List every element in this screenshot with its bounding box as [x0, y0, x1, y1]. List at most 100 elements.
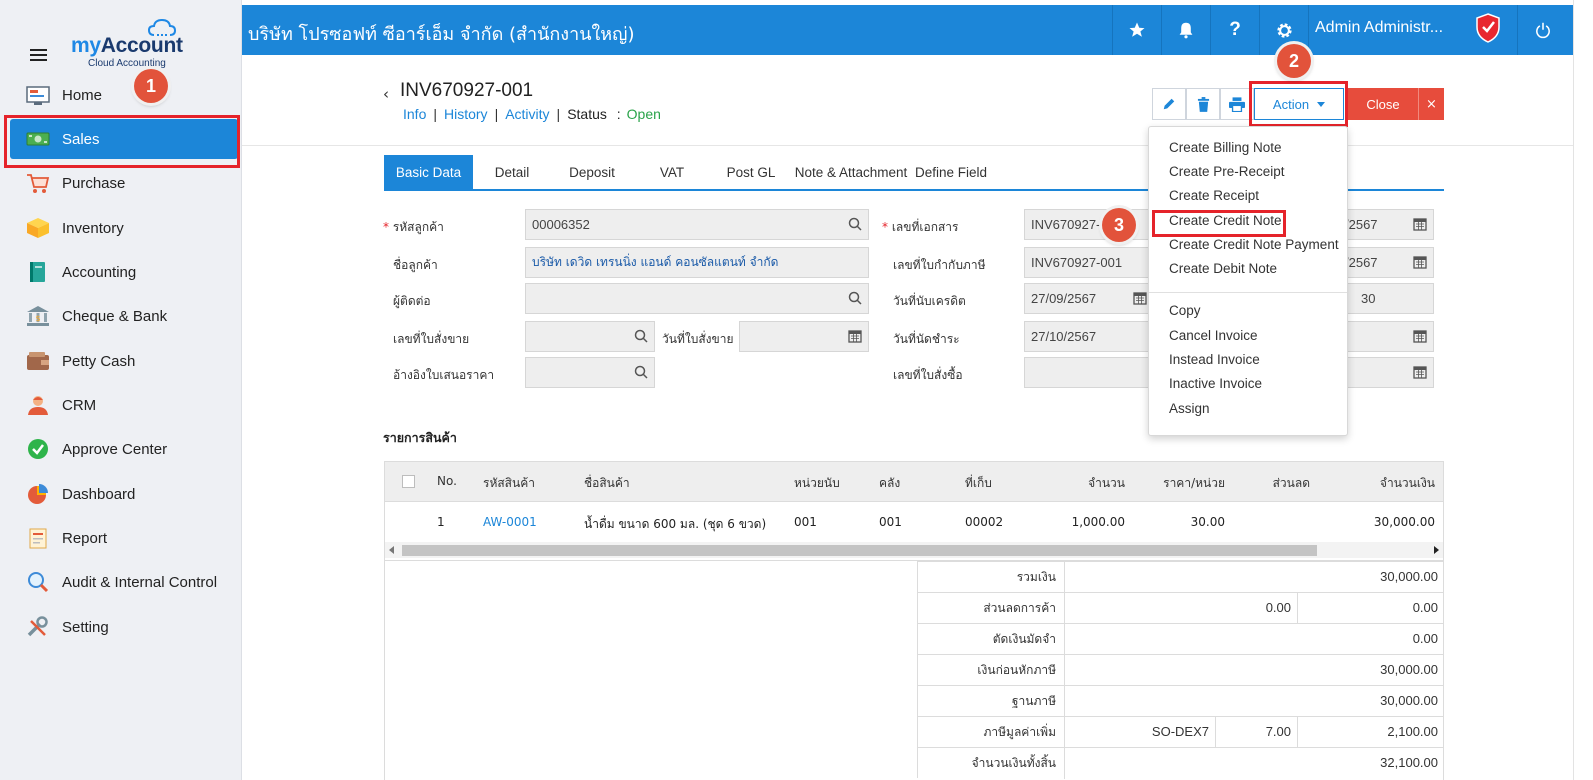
calendar-icon[interactable] [1133, 291, 1147, 305]
cell-location: 00002 [965, 515, 1004, 529]
customer-code-field[interactable]: 00006352 [525, 209, 869, 240]
sidebar-item-purchase[interactable]: Purchase [10, 163, 238, 203]
back-icon[interactable]: ‹ [383, 85, 389, 103]
cell-unit-price: 30.00 [1190, 515, 1225, 529]
link-separator: | [494, 106, 499, 122]
magnifier-icon [28, 572, 49, 593]
tab-vat[interactable]: VAT [633, 155, 711, 189]
tab-post-gl[interactable]: Post GL [711, 155, 791, 189]
horizontal-scrollbar[interactable] [385, 542, 1443, 558]
menu-item-create-billing-note[interactable]: Create Billing Note [1169, 140, 1282, 155]
sidebar-item-cheque-bank[interactable]: $ Cheque & Bank [10, 296, 238, 336]
search-icon[interactable] [634, 329, 648, 343]
totals-panel: รวมเงิน 30,000.00 ส่วนลดการค้า 0.00 0.00… [384, 561, 1444, 780]
total-row-tax-base: ฐานภาษี 30,000.00 [917, 685, 1444, 717]
calendar-icon[interactable] [1413, 365, 1427, 379]
document-date-field[interactable]: /2567 [1338, 209, 1434, 240]
customer-name-field[interactable]: บริษัท เดวิด เทรนนิ่ง แอนด์ คอนซัลแตนท์ … [525, 247, 869, 278]
sidebar-item-approve-center[interactable]: Approve Center [10, 429, 238, 469]
scrollbar-thumb[interactable] [402, 545, 1317, 556]
calendar-icon[interactable] [1413, 255, 1427, 269]
contact-field[interactable] [525, 283, 869, 314]
sidebar-item-label: Report [62, 529, 108, 547]
sidebar-item-audit[interactable]: Audit & Internal Control [10, 562, 238, 602]
trade-discount-rate-field[interactable]: 0.00 [1066, 593, 1298, 624]
select-all-checkbox[interactable] [402, 475, 415, 488]
tax-invoice-date-field[interactable]: /2567 [1338, 247, 1434, 278]
window-scrollbar[interactable] [1573, 0, 1593, 780]
sidebar-item-petty-cash[interactable]: Petty Cash [10, 341, 238, 381]
document-no-label: * เลขที่เอกสาร [882, 220, 959, 234]
sidebar-item-home[interactable]: Home [10, 75, 238, 115]
hamburger-menu-icon[interactable] [30, 49, 47, 61]
sidebar-item-crm[interactable]: CRM [10, 385, 238, 425]
credit-start-field[interactable]: 27/09/2567 [1024, 283, 1154, 314]
calendar-icon[interactable] [848, 329, 862, 343]
sidebar-item-report[interactable]: Report [10, 518, 238, 558]
menu-item-assign[interactable]: Assign [1169, 401, 1210, 416]
cart-icon [27, 174, 50, 193]
sidebar-item-inventory[interactable]: Inventory [10, 208, 238, 248]
user-avatar-shield-icon[interactable] [1475, 13, 1501, 43]
cell-unit: 001 [794, 515, 817, 529]
wallet-icon [27, 352, 49, 370]
close-x-button[interactable]: × [1418, 88, 1444, 120]
po-date-field[interactable] [1338, 357, 1434, 388]
sales-order-no-field[interactable] [525, 321, 655, 352]
credit-days-field[interactable]: 30 [1338, 283, 1434, 314]
sidebar-item-dashboard[interactable]: Dashboard [10, 474, 238, 514]
logout-button[interactable] [1517, 5, 1567, 55]
menu-item-create-pre-receipt[interactable]: Create Pre-Receipt [1169, 164, 1285, 179]
book-icon [30, 262, 45, 282]
total-label: ภาษีมูลค่าเพิ่ม [918, 717, 1065, 748]
calendar-icon[interactable] [1413, 329, 1427, 343]
menu-item-create-credit-note-payment[interactable]: Create Credit Note Payment [1169, 237, 1339, 252]
menu-item-instead-invoice[interactable]: Instead Invoice [1169, 352, 1260, 367]
svg-text:$: $ [35, 314, 40, 323]
menu-item-inactive-invoice[interactable]: Inactive Invoice [1169, 376, 1262, 391]
edit-button[interactable] [1152, 88, 1186, 120]
calendar-icon[interactable] [1413, 217, 1427, 231]
sales-order-date-field[interactable] [739, 321, 869, 352]
menu-divider [1149, 292, 1347, 293]
cell-product-code[interactable]: AW-0001 [483, 515, 537, 529]
history-link[interactable]: History [444, 106, 488, 122]
tab-deposit[interactable]: Deposit [551, 155, 633, 189]
scroll-right-icon[interactable] [1434, 546, 1439, 554]
header-divider [242, 145, 1573, 146]
status-value: Open [626, 106, 661, 122]
tab-note-attachment[interactable]: Note & Attachment [791, 155, 911, 189]
search-icon[interactable] [848, 217, 862, 231]
activity-link[interactable]: Activity [505, 106, 549, 122]
action-highlight-box [1249, 81, 1348, 127]
vat-rate-field[interactable]: 7.00 [1216, 717, 1298, 748]
column-header: ชื่อสินค้า [584, 476, 630, 490]
quotation-ref-field[interactable] [525, 357, 655, 388]
total-row-deposit: ตัดเงินมัดจำ 0.00 [917, 623, 1444, 655]
scroll-left-icon[interactable] [389, 546, 394, 554]
link-separator: | [556, 106, 561, 122]
menu-item-create-debit-note[interactable]: Create Debit Note [1169, 261, 1277, 276]
sidebar-item-accounting[interactable]: Accounting [10, 252, 238, 292]
close-button[interactable]: Close [1348, 88, 1418, 120]
help-button[interactable]: ? [1210, 5, 1259, 55]
vat-code-field[interactable]: SO-DEX7 [1066, 717, 1216, 748]
delete-button[interactable] [1186, 88, 1220, 120]
total-label: เงินก่อนหักภาษี [918, 655, 1065, 686]
tab-detail[interactable]: Detail [473, 155, 551, 189]
menu-item-create-receipt[interactable]: Create Receipt [1169, 188, 1259, 203]
due-date-calendar-field[interactable] [1338, 321, 1434, 352]
search-icon[interactable] [634, 365, 648, 379]
tab-define-field[interactable]: Define Field [911, 155, 991, 189]
search-icon[interactable] [848, 291, 862, 305]
menu-item-copy[interactable]: Copy [1169, 303, 1201, 318]
info-link[interactable]: Info [403, 106, 426, 122]
user-name[interactable]: Admin Administr... [1315, 19, 1443, 37]
notification-button[interactable] [1161, 5, 1210, 55]
pie-chart-icon [28, 484, 48, 504]
menu-item-cancel-invoice[interactable]: Cancel Invoice [1169, 328, 1258, 343]
favorite-button[interactable] [1112, 5, 1161, 55]
items-table: No. รหัสสินค้า ชื่อสินค้า หน่วยนับ คลัง … [384, 461, 1444, 561]
tab-basic-data[interactable]: Basic Data [384, 155, 473, 189]
sidebar-item-setting[interactable]: Setting [10, 607, 238, 647]
